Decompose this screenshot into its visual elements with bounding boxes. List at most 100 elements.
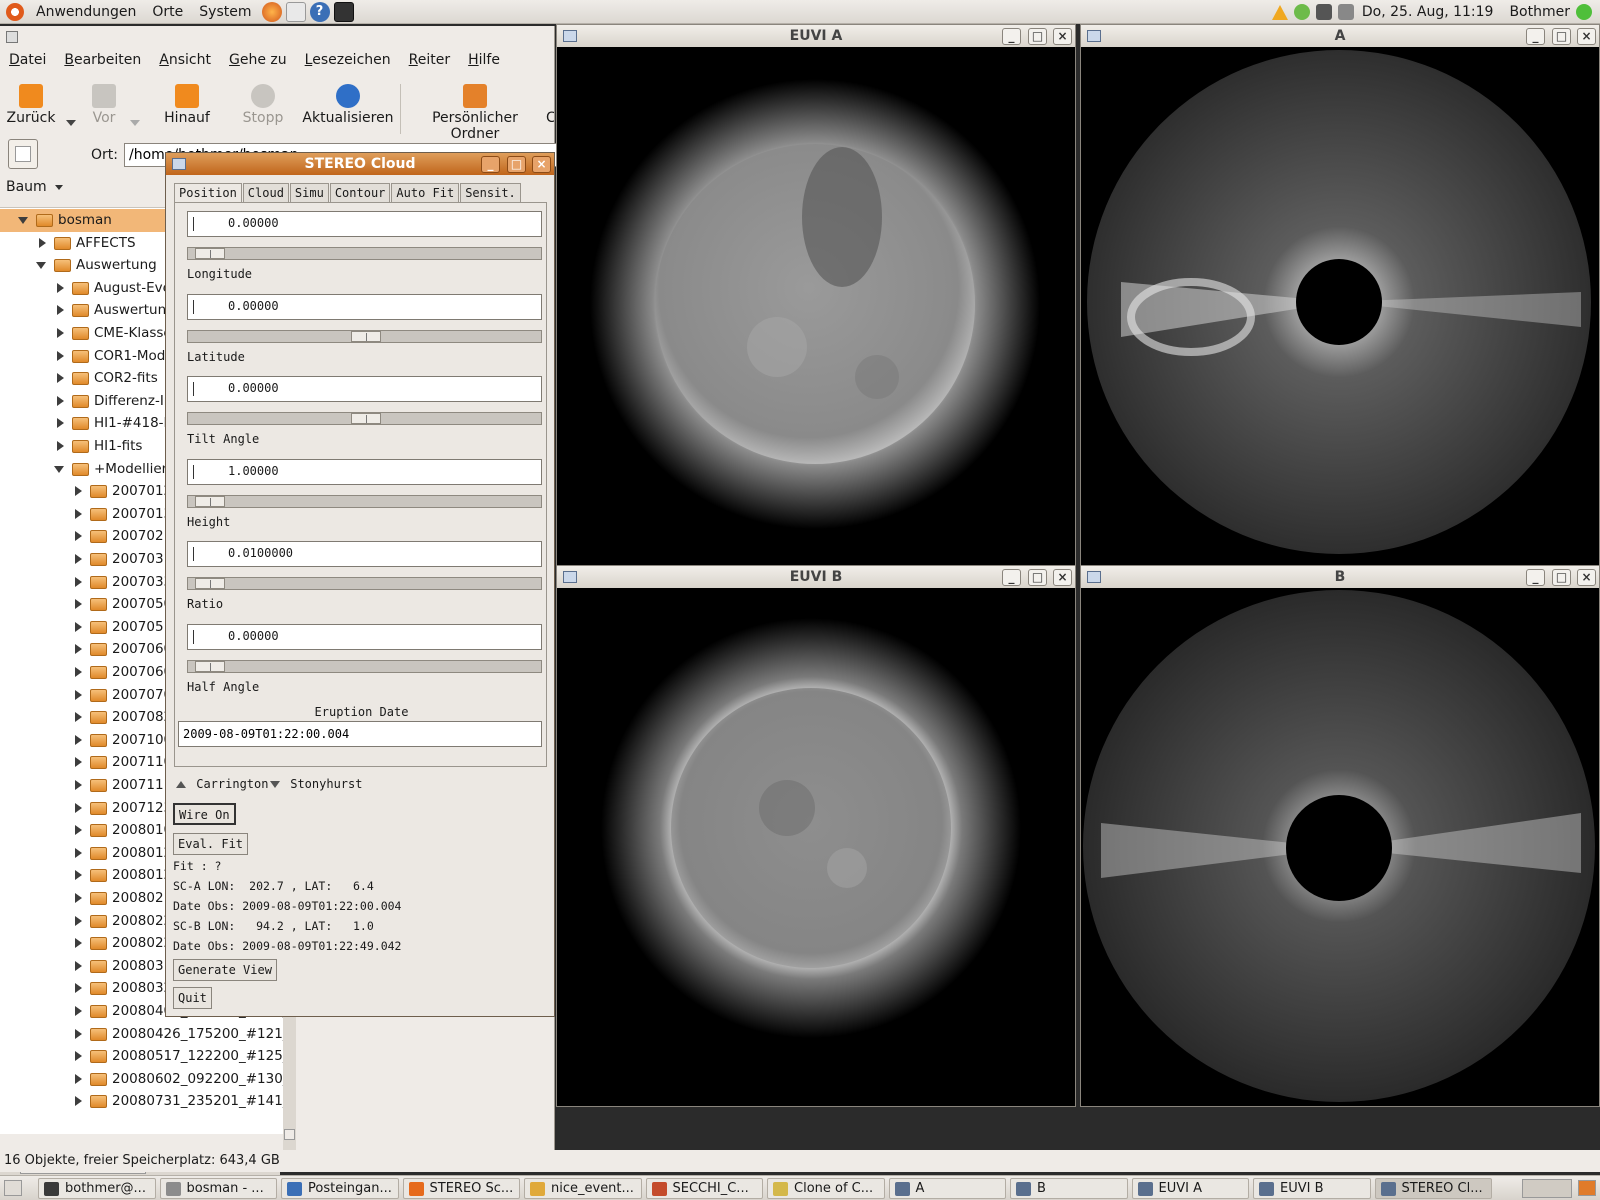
taskbar-button[interactable]: bosman - ... bbox=[159, 1178, 277, 1199]
expander-closed-icon[interactable] bbox=[75, 486, 82, 497]
tree-row[interactable]: 20080731_235201_#141_ bbox=[0, 1090, 296, 1113]
param-slider[interactable] bbox=[187, 412, 542, 425]
menu-item[interactable]: Ansicht bbox=[150, 52, 220, 68]
close-icon[interactable]: × bbox=[1053, 28, 1072, 45]
generate-view-button[interactable]: Generate View bbox=[173, 959, 277, 981]
expander-closed-icon[interactable] bbox=[75, 712, 82, 723]
expander-closed-icon[interactable] bbox=[75, 667, 82, 677]
param-input[interactable]: 1.00000 bbox=[187, 458, 542, 485]
expander-closed-icon[interactable] bbox=[75, 825, 82, 836]
tree-row[interactable]: 20080517_122200_#125_ bbox=[0, 1045, 296, 1068]
window-menu-icon[interactable] bbox=[6, 31, 18, 43]
param-slider[interactable] bbox=[187, 577, 542, 590]
expander-closed-icon[interactable] bbox=[75, 1051, 82, 1062]
radio-carrington[interactable]: Carrington bbox=[176, 777, 268, 791]
tab-simu[interactable]: Simu bbox=[289, 183, 329, 203]
menu-item[interactable]: Bearbeiten bbox=[55, 52, 150, 68]
wire-on-button[interactable]: Wire On bbox=[173, 803, 236, 825]
expander-closed-icon[interactable] bbox=[57, 395, 64, 406]
expander-closed-icon[interactable] bbox=[75, 802, 82, 813]
param-input[interactable]: 0.00000 bbox=[187, 376, 542, 402]
expander-closed-icon[interactable] bbox=[75, 847, 82, 858]
close-icon[interactable]: × bbox=[1577, 28, 1596, 45]
sidebar-view-selector[interactable]: Baum bbox=[0, 175, 165, 201]
menu-item[interactable]: Reiter bbox=[400, 52, 459, 68]
expander-closed-icon[interactable] bbox=[39, 237, 46, 248]
expander-closed-icon[interactable] bbox=[57, 418, 64, 429]
menu-places[interactable]: Orte bbox=[144, 4, 191, 20]
maximize-icon[interactable]: □ bbox=[1552, 28, 1571, 45]
expander-closed-icon[interactable] bbox=[75, 915, 82, 926]
expander-closed-icon[interactable] bbox=[57, 350, 64, 361]
euvi-a-titlebar[interactable]: EUVI A _ □ × bbox=[557, 25, 1075, 47]
back-history-dropdown-icon[interactable] bbox=[66, 120, 76, 126]
close-icon[interactable]: × bbox=[532, 156, 551, 173]
expander-closed-icon[interactable] bbox=[75, 599, 82, 610]
param-slider[interactable] bbox=[187, 329, 542, 343]
expander-closed-icon[interactable] bbox=[75, 1096, 82, 1107]
close-icon[interactable]: × bbox=[1577, 569, 1596, 586]
window-icon[interactable] bbox=[1087, 571, 1101, 583]
tab-sensitivity[interactable]: Sensit. bbox=[460, 183, 521, 203]
expander-closed-icon[interactable] bbox=[57, 328, 64, 338]
cor-a-titlebar[interactable]: A _ □ × bbox=[1081, 25, 1599, 47]
taskbar-button[interactable]: STEREO Sc... bbox=[402, 1178, 520, 1199]
window-icon[interactable] bbox=[1087, 30, 1101, 42]
network-icon[interactable] bbox=[1293, 4, 1310, 20]
param-input[interactable]: 0.00000 bbox=[187, 211, 542, 237]
window-icon[interactable] bbox=[563, 571, 577, 583]
menu-item[interactable]: Gehe zu bbox=[220, 52, 296, 68]
expander-closed-icon[interactable] bbox=[75, 554, 82, 564]
expander-closed-icon[interactable] bbox=[75, 870, 82, 881]
expander-closed-icon[interactable] bbox=[75, 938, 82, 949]
expander-open-icon[interactable] bbox=[18, 217, 28, 224]
cor-b-titlebar[interactable]: B _ □ × bbox=[1081, 566, 1599, 588]
expander-closed-icon[interactable] bbox=[75, 576, 82, 587]
maximize-icon[interactable]: □ bbox=[507, 156, 526, 173]
menu-item[interactable]: Lesezeichen bbox=[296, 52, 400, 68]
param-slider[interactable] bbox=[187, 659, 542, 673]
expander-closed-icon[interactable] bbox=[75, 893, 82, 903]
scroll-down-button[interactable] bbox=[284, 1129, 295, 1140]
taskbar-button[interactable]: STEREO Cl... bbox=[1374, 1178, 1492, 1199]
taskbar-button[interactable]: Posteingan... bbox=[281, 1178, 399, 1199]
param-slider[interactable] bbox=[187, 494, 542, 508]
maximize-icon[interactable]: □ bbox=[1028, 569, 1047, 586]
menu-item[interactable]: Hilfe bbox=[459, 52, 509, 68]
window-icon[interactable] bbox=[172, 158, 186, 170]
minimize-icon[interactable]: _ bbox=[481, 156, 500, 173]
tree-row[interactable]: 20080602_092200_#130_ bbox=[0, 1068, 296, 1091]
firefox-launcher-icon[interactable] bbox=[261, 1, 282, 22]
help-launcher-icon[interactable]: ? bbox=[309, 1, 330, 22]
tab-contour[interactable]: Contour bbox=[329, 183, 391, 203]
euvi-b-titlebar[interactable]: EUVI B _ □ × bbox=[557, 566, 1075, 588]
display-icon[interactable] bbox=[1315, 4, 1332, 20]
minimize-icon[interactable]: _ bbox=[1526, 569, 1545, 586]
ubuntu-logo-icon[interactable] bbox=[6, 2, 24, 21]
cor-b-window[interactable]: B _ □ × bbox=[1080, 565, 1600, 1107]
forward-history-dropdown-icon[interactable] bbox=[130, 120, 140, 126]
expander-closed-icon[interactable] bbox=[75, 734, 82, 745]
expander-closed-icon[interactable] bbox=[75, 983, 82, 994]
clock[interactable]: Do, 25. Aug, 11:19 bbox=[1362, 4, 1494, 20]
minimize-icon[interactable]: _ bbox=[1002, 28, 1021, 45]
expander-closed-icon[interactable] bbox=[75, 1006, 82, 1016]
maximize-icon[interactable]: □ bbox=[1028, 28, 1047, 45]
expander-closed-icon[interactable] bbox=[75, 644, 82, 655]
expander-closed-icon[interactable] bbox=[75, 1073, 82, 1084]
tree-row[interactable]: 20080426_175200_#121_ bbox=[0, 1023, 296, 1046]
mail-launcher-icon[interactable] bbox=[285, 1, 306, 22]
tab-cloud[interactable]: Cloud bbox=[242, 183, 289, 203]
user-menu[interactable]: Bothmer bbox=[1509, 4, 1570, 20]
close-icon[interactable]: × bbox=[1053, 569, 1072, 586]
status-online-icon[interactable] bbox=[1576, 4, 1592, 20]
slider-handle[interactable] bbox=[194, 495, 225, 507]
expander-open-icon[interactable] bbox=[36, 262, 46, 270]
taskbar-button[interactable]: EUVI B bbox=[1253, 1178, 1371, 1199]
expander-closed-icon[interactable] bbox=[57, 441, 64, 451]
expander-closed-icon[interactable] bbox=[57, 305, 64, 316]
expander-closed-icon[interactable] bbox=[57, 373, 64, 384]
slider-handle[interactable] bbox=[194, 248, 225, 259]
slider-handle[interactable] bbox=[194, 578, 225, 589]
taskbar-button[interactable]: Clone of C... bbox=[767, 1178, 885, 1199]
